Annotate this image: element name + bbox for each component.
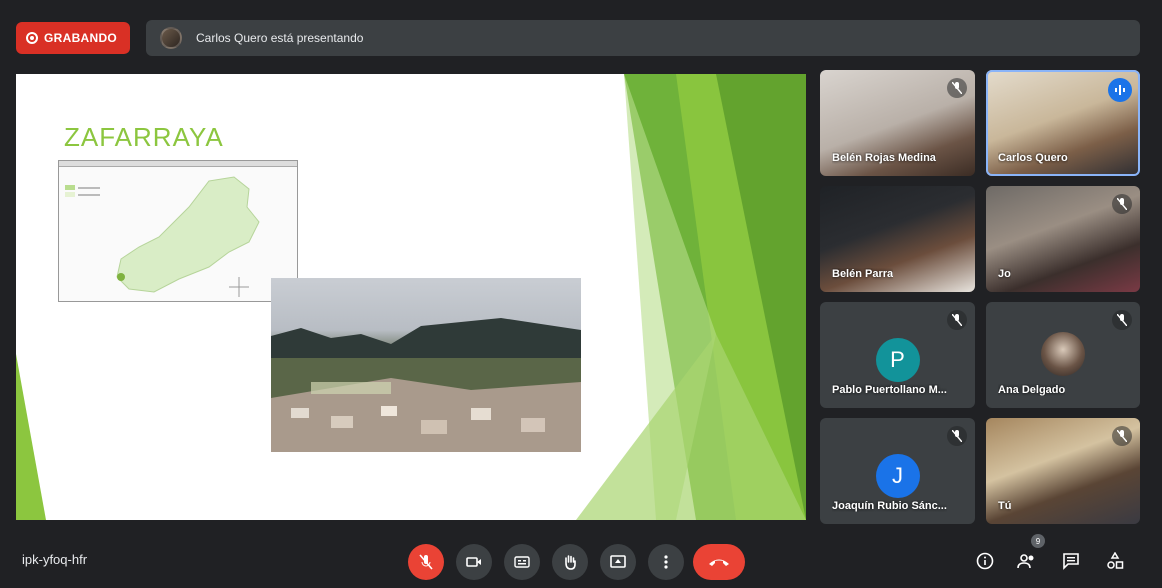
- participant-name: Belén Parra: [832, 268, 894, 280]
- participant-name: Tú: [998, 500, 1012, 512]
- meeting-code: ipk-yfoq-hfr: [22, 552, 88, 567]
- activities-button[interactable]: [1102, 548, 1128, 574]
- presenting-text: Carlos Quero está presentando: [196, 31, 364, 45]
- presenting-banner: Carlos Quero está presentando: [146, 20, 1140, 56]
- people-icon: [1017, 554, 1034, 569]
- participant-name: Pablo Puertollano M...: [832, 384, 947, 396]
- participant-count-badge: 9: [1031, 534, 1045, 548]
- captions-icon: [514, 556, 530, 568]
- self-view-tile[interactable]: Tú: [986, 418, 1140, 524]
- microphone-toggle-button[interactable]: [408, 544, 444, 580]
- presenter-avatar: [160, 27, 182, 49]
- leave-call-button[interactable]: [693, 544, 745, 580]
- info-icon: [976, 552, 994, 570]
- hand-icon: [565, 555, 576, 570]
- participant-tile[interactable]: Belén Parra: [820, 186, 975, 292]
- mic-off-icon: [1112, 194, 1132, 214]
- recording-icon: [26, 32, 38, 44]
- slide-landscape-photo: [271, 278, 581, 452]
- speaking-indicator-icon: [1108, 78, 1132, 102]
- chat-icon: [1063, 553, 1079, 570]
- participants-button[interactable]: [1014, 548, 1040, 574]
- participant-tile[interactable]: Ana Delgado: [986, 302, 1140, 408]
- mic-off-icon: [1112, 426, 1132, 446]
- participant-tile[interactable]: Jo: [986, 186, 1140, 292]
- meeting-details-button[interactable]: [972, 548, 998, 574]
- present-screen-icon: [610, 555, 626, 568]
- slide-map-image: [58, 160, 298, 302]
- camera-toggle-button[interactable]: [456, 544, 492, 580]
- mic-off-icon: [1112, 310, 1132, 330]
- raise-hand-button[interactable]: [552, 544, 588, 580]
- more-vert-icon: [664, 555, 668, 569]
- participant-avatar: P: [875, 338, 920, 382]
- participant-avatar: J: [875, 454, 920, 498]
- participant-name: Joaquín Rubio Sánc...: [832, 500, 947, 512]
- participant-tile[interactable]: Carlos Quero: [986, 70, 1140, 176]
- captions-button[interactable]: [504, 544, 540, 580]
- camera-icon: [466, 557, 481, 567]
- mic-off-icon: [947, 310, 967, 330]
- participant-avatar: [1041, 332, 1085, 376]
- more-options-button[interactable]: [648, 544, 684, 580]
- chat-button[interactable]: [1058, 548, 1084, 574]
- bottom-controls-bar: ipk-yfoq-hfr 9: [0, 530, 1162, 588]
- activities-icon: [1107, 552, 1124, 569]
- mic-off-icon: [419, 554, 433, 570]
- slide-title: ZAFARRAYA: [64, 122, 224, 152]
- participant-tile[interactable]: Belén Rojas Medina: [820, 70, 975, 176]
- participant-name: Belén Rojas Medina: [832, 152, 936, 164]
- recording-indicator[interactable]: GRABANDO: [16, 22, 130, 54]
- participant-tile[interactable]: J Joaquín Rubio Sánc...: [820, 418, 975, 524]
- participant-name: Ana Delgado: [998, 384, 1066, 396]
- participant-name: Carlos Quero: [998, 152, 1068, 164]
- mic-off-icon: [947, 78, 967, 98]
- recording-label: GRABANDO: [44, 31, 118, 45]
- presentation-slide: ZAFARRAYA: [16, 74, 806, 520]
- hang-up-icon: [709, 559, 729, 566]
- participant-name: Jo: [998, 268, 1011, 280]
- present-screen-button[interactable]: [600, 544, 636, 580]
- participant-tile[interactable]: P Pablo Puertollano M...: [820, 302, 975, 408]
- mic-off-icon: [947, 426, 967, 446]
- top-bar: GRABANDO Carlos Quero está presentando: [0, 0, 1162, 70]
